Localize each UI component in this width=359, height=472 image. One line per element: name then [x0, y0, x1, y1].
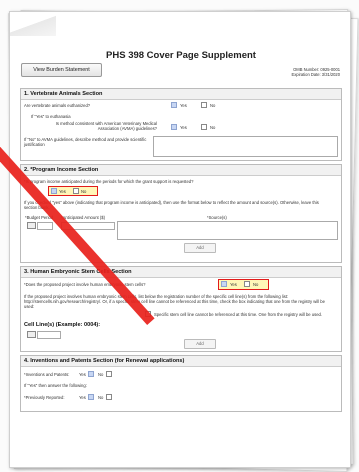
- previously-reported-no-checkbox[interactable]: [106, 394, 112, 400]
- cell-lines-label: Cell Line(s) (Example: 0004):: [24, 322, 101, 328]
- program-income-no-checkbox[interactable]: [73, 188, 79, 194]
- section-heading: 2. *Program Income Section: [21, 165, 341, 176]
- omb-info: OMB Number: 0925-0001 Expiration Date: 3…: [292, 67, 340, 77]
- anticipated-amount-header: *Anticipated Amount ($): [61, 215, 105, 220]
- if-yes-euthanasia: If "Yes" to euthanasia: [31, 114, 71, 119]
- inventions-patents-section: 4. Inventions and Patents Section (for R…: [20, 355, 342, 412]
- section-heading: 1. Vertebrate Animals Section: [21, 89, 341, 100]
- program-income-yes-checkbox[interactable]: [51, 188, 57, 194]
- sources-textarea[interactable]: [117, 221, 338, 240]
- cell-line-input[interactable]: [37, 331, 61, 339]
- stem-cells-no-checkbox[interactable]: [244, 281, 250, 287]
- avma-justification-label: If "No" to AVMA guidelines, describe met…: [24, 137, 147, 147]
- program-income-instruction: If you checked "yes" above (indicating t…: [24, 200, 319, 210]
- cannot-reference-label: Specific stem cell line cannot be refere…: [154, 312, 323, 317]
- expiration-date: Expiration Date: 3/31/2020: [291, 72, 340, 78]
- budget-period-input[interactable]: [37, 222, 53, 230]
- program-income-section: 2. *Program Income Section *Is program i…: [20, 164, 342, 263]
- vertebrate-animals-section: 1. Vertebrate Animals Section Are verteb…: [20, 88, 342, 161]
- avma-no-checkbox[interactable]: [201, 124, 207, 130]
- stem-cells-section: 3. Human Embryonic Stem Cells Section *D…: [20, 266, 342, 352]
- avma-question: Is method consistent with American Veter…: [55, 121, 157, 131]
- section-heading: 3. Human Embryonic Stem Cells Section: [21, 267, 341, 278]
- form-title: PHS 398 Cover Page Supplement: [106, 50, 256, 61]
- avma-yes-checkbox[interactable]: [171, 124, 177, 130]
- no-label: No: [210, 125, 216, 130]
- yes-label: Yes: [180, 125, 187, 130]
- euthanized-no-checkbox[interactable]: [201, 102, 207, 108]
- avma-justification-textarea[interactable]: [153, 136, 338, 157]
- inventions-yes-checkbox[interactable]: [88, 371, 94, 377]
- no-label: No: [210, 103, 216, 108]
- previously-reported-yes-checkbox[interactable]: [88, 394, 94, 400]
- yes-label: Yes: [79, 395, 86, 400]
- no-label: No: [98, 395, 104, 400]
- add-income-button[interactable]: Add: [184, 243, 216, 253]
- inventions-no-checkbox[interactable]: [106, 371, 112, 377]
- if-yes-instruction: If "Yes" then answer the following:: [24, 383, 87, 388]
- section-heading: 4. Inventions and Patents Section (for R…: [21, 356, 341, 367]
- yes-label: Yes: [79, 372, 86, 377]
- yes-label: Yes: [230, 282, 237, 287]
- euthanized-yes-checkbox[interactable]: [171, 102, 177, 108]
- yes-label: Yes: [59, 189, 66, 194]
- yes-label: Yes: [180, 103, 187, 108]
- no-label: No: [98, 372, 104, 377]
- view-burden-statement-button[interactable]: View Burden Statement: [21, 63, 102, 77]
- cell-line-spinner[interactable]: [27, 331, 36, 338]
- form-page: PHS 398 Cover Page Supplement View Burde…: [9, 11, 351, 468]
- stem-cells-question: *Does the proposed project involve human…: [24, 282, 146, 287]
- program-income-question: *Is program income anticipated during th…: [24, 179, 194, 184]
- previously-reported-question: *Previously Reported:: [24, 395, 65, 400]
- no-label: No: [253, 282, 259, 287]
- no-label: No: [81, 189, 87, 194]
- stem-cells-yes-checkbox[interactable]: [221, 281, 227, 287]
- sources-header: *Source(s): [207, 215, 227, 220]
- stem-cells-instruction: If the proposed project involves human e…: [24, 294, 325, 309]
- inventions-question: *Inventions and Patents:: [24, 372, 70, 377]
- add-cell-line-button[interactable]: Add: [184, 339, 216, 349]
- euthanized-question: Are vertebrate animals euthanized?: [24, 103, 91, 108]
- budget-period-spinner[interactable]: [27, 222, 36, 229]
